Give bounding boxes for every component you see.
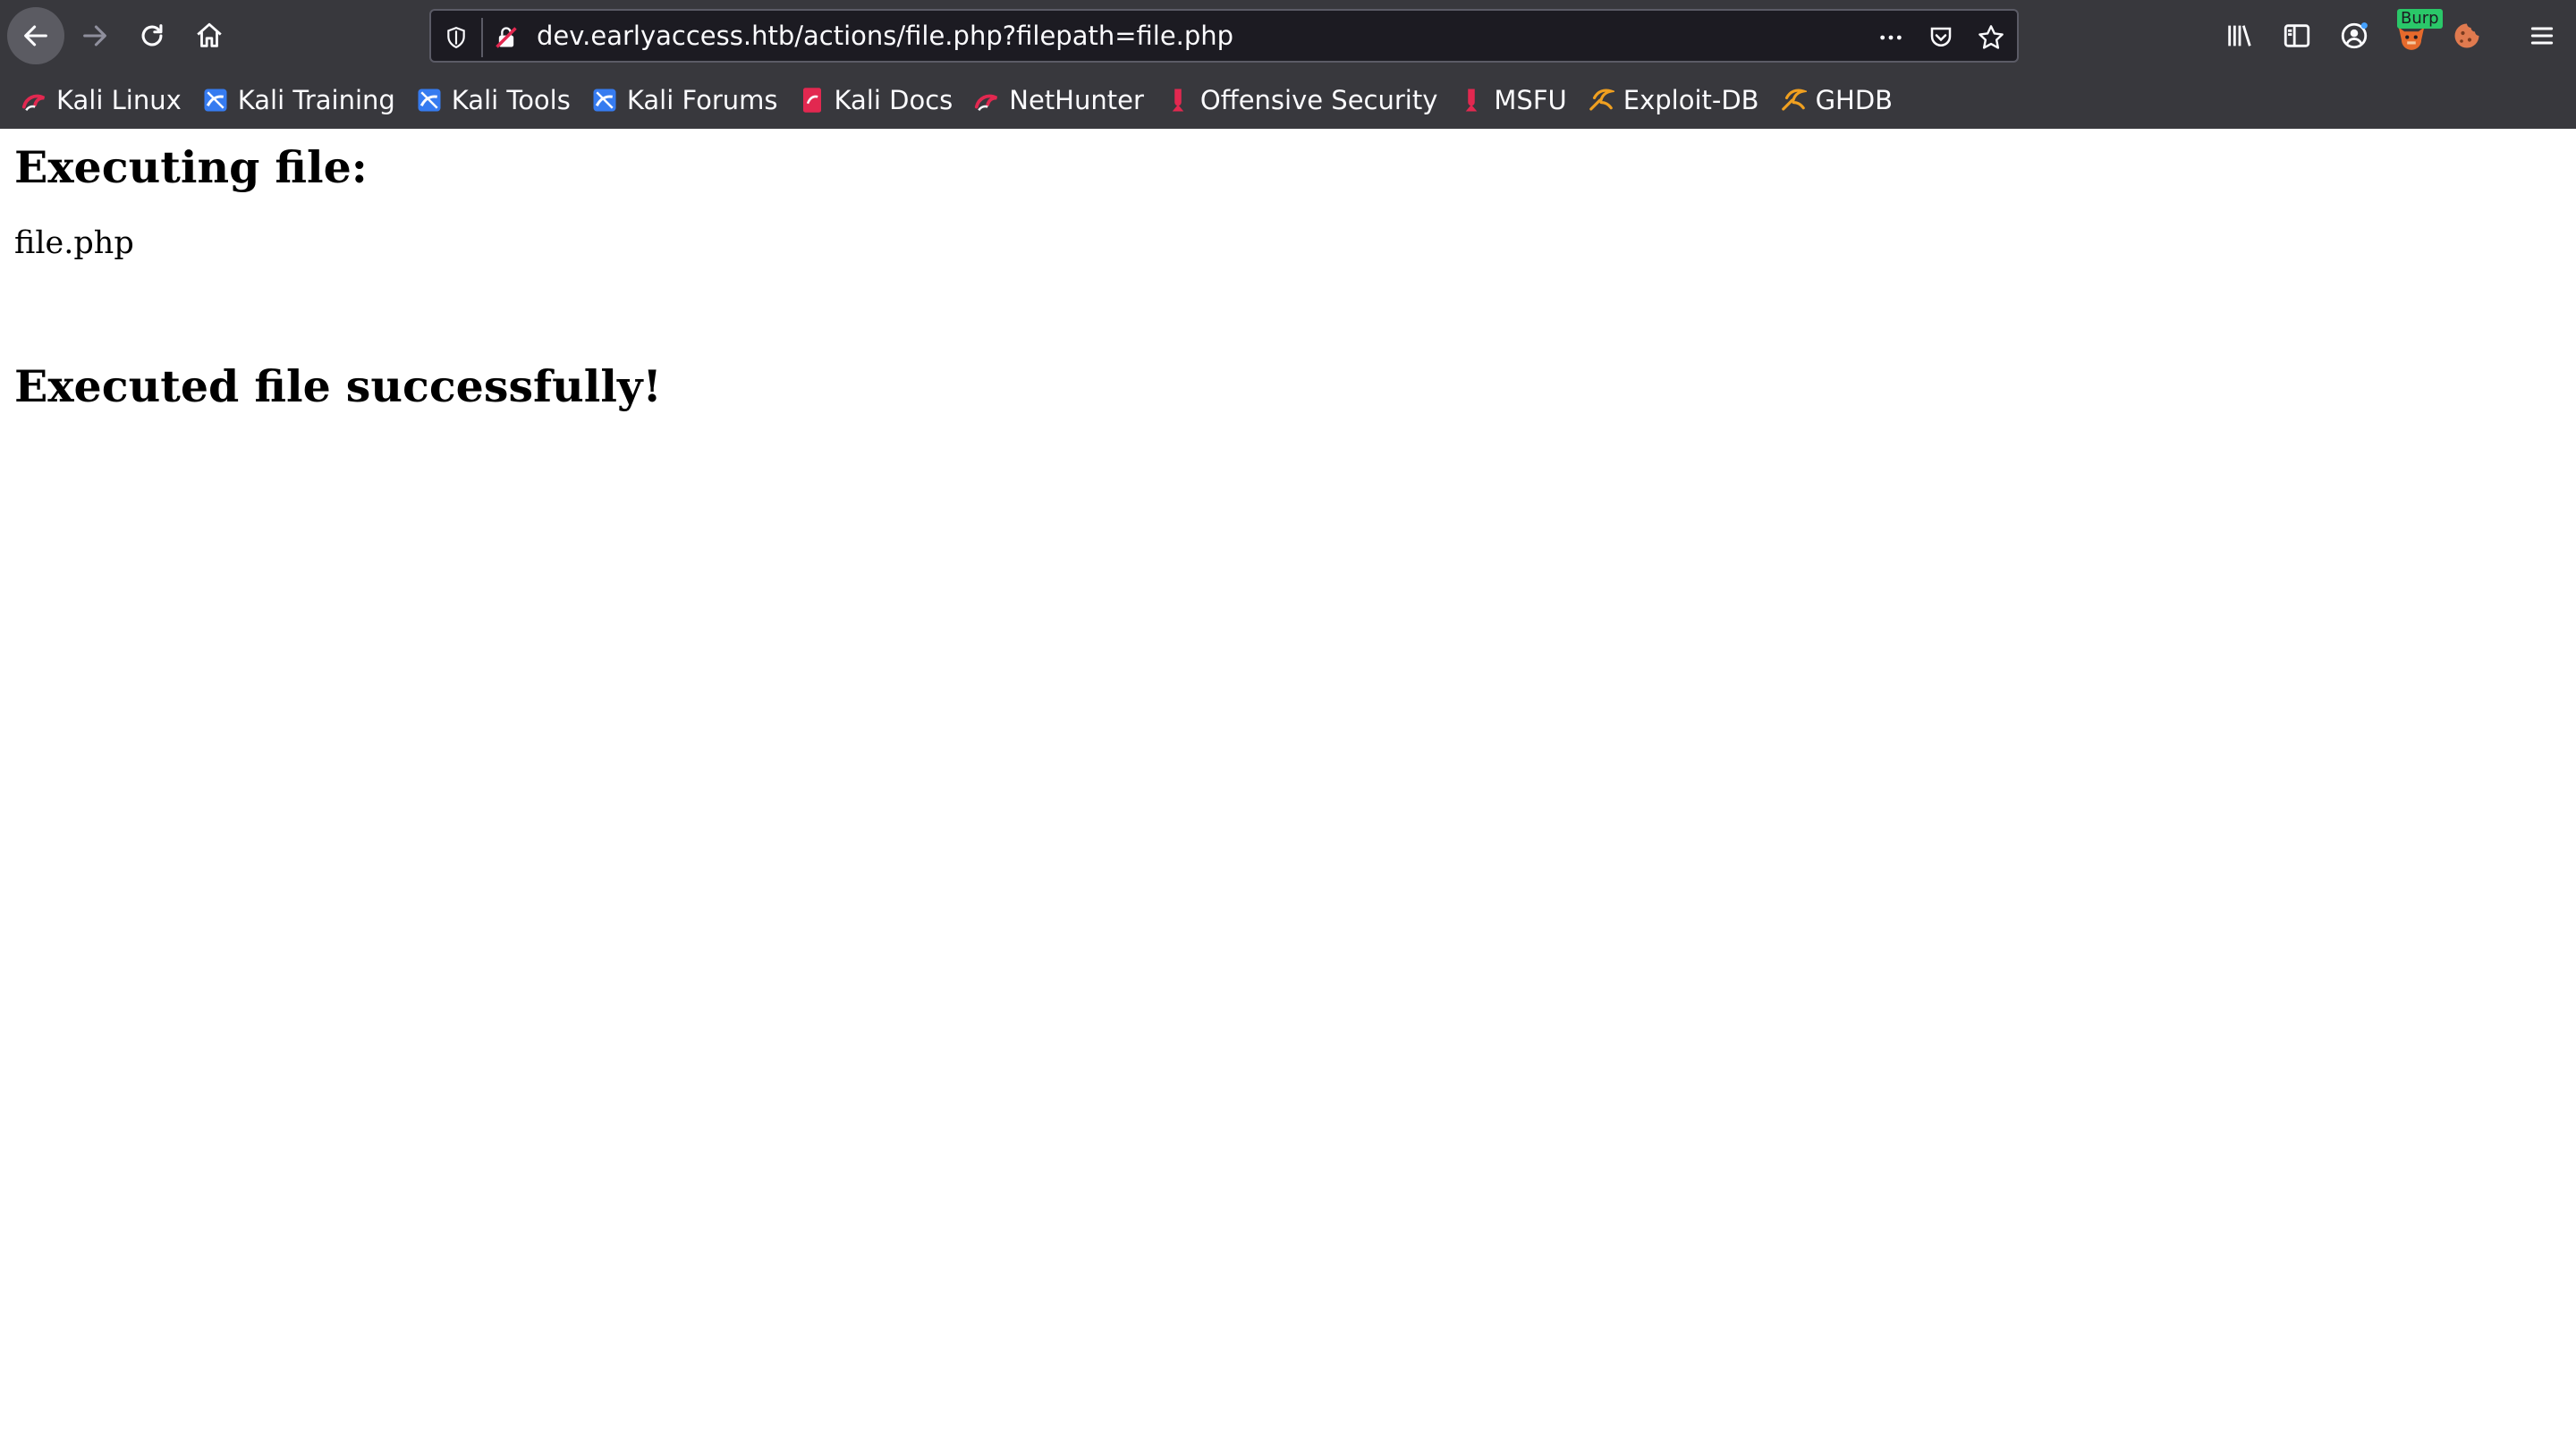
kali-docs-icon <box>798 86 826 114</box>
offsec-icon <box>1164 86 1192 114</box>
bookmark-label: Offensive Security <box>1199 85 1438 115</box>
bookmark-kali-docs[interactable]: Kali Docs <box>798 79 953 122</box>
hamburger-menu-icon[interactable] <box>2521 14 2563 57</box>
pocket-icon[interactable] <box>1923 20 1959 55</box>
browser-chrome: dev.earlyaccess.htb/actions/file.php?fil… <box>0 0 2576 129</box>
home-icon <box>197 22 222 47</box>
ghdb-icon <box>1779 86 1808 114</box>
home-button[interactable] <box>181 7 238 64</box>
kali-forums-icon <box>590 86 619 114</box>
url-text[interactable]: dev.earlyaccess.htb/actions/file.php?fil… <box>537 11 1233 61</box>
back-button[interactable] <box>7 7 64 64</box>
nethunter-icon <box>972 86 1001 114</box>
bookmark-label: NetHunter <box>1009 85 1144 115</box>
success-heading: Executed file successfully! <box>14 360 662 412</box>
arrow-left-icon <box>24 25 47 46</box>
bookmark-label: MSFU <box>1494 85 1567 115</box>
bookmark-ghdb[interactable]: GHDB <box>1779 79 1894 122</box>
library-icon[interactable] <box>2218 14 2261 57</box>
bookmark-exploit-db[interactable]: Exploit-DB <box>1587 79 1759 122</box>
sidebar-toggle-icon[interactable] <box>2275 14 2318 57</box>
bookmark-msfu[interactable]: MSFU <box>1457 79 1567 122</box>
bookmark-kali-linux[interactable]: Kali Linux <box>20 79 182 122</box>
bookmark-kali-forums[interactable]: Kali Forums <box>590 79 778 122</box>
bookmark-label: GHDB <box>1815 85 1894 115</box>
kali-dragon-icon <box>20 86 48 114</box>
tracking-shield-icon[interactable] <box>438 20 474 55</box>
reload-button[interactable] <box>123 7 181 64</box>
bookmark-label: Kali Training <box>237 85 395 115</box>
page-actions-more-icon[interactable] <box>1873 20 1909 55</box>
arrow-right-icon <box>83 25 106 46</box>
executed-file-name: file.php <box>14 225 134 261</box>
page-content: Executing file: file.php Executed file s… <box>0 129 2576 1445</box>
bookmark-kali-training[interactable]: Kali Training <box>201 79 395 122</box>
bookmark-offensive-security[interactable]: Offensive Security <box>1164 79 1438 122</box>
bookmark-label: Kali Linux <box>56 85 182 115</box>
kali-training-icon <box>201 86 230 114</box>
account-icon[interactable] <box>2333 14 2376 57</box>
bookmark-label: Kali Tools <box>451 85 571 115</box>
reload-icon <box>141 24 163 46</box>
bookmark-label: Kali Forums <box>626 85 778 115</box>
bookmarks-toolbar: Kali Linux Kali Training Kali Tools Kali… <box>0 79 2576 122</box>
bookmark-kali-tools[interactable]: Kali Tools <box>415 79 571 122</box>
url-bar[interactable]: dev.earlyaccess.htb/actions/file.php?fil… <box>429 9 2019 63</box>
exploitdb-icon <box>1587 86 1615 114</box>
msfu-icon <box>1457 86 1486 114</box>
bookmark-star-icon[interactable] <box>1973 20 2009 55</box>
bookmark-label: Kali Docs <box>834 85 953 115</box>
bookmark-nethunter[interactable]: NetHunter <box>972 79 1144 122</box>
bookmark-label: Exploit-DB <box>1623 85 1759 115</box>
forward-button[interactable] <box>66 7 123 64</box>
navigation-toolbar: dev.earlyaccess.htb/actions/file.php?fil… <box>0 0 2576 72</box>
insecure-connection-icon[interactable] <box>488 20 524 55</box>
burp-badge: Burp <box>2397 9 2443 29</box>
kali-tools-icon <box>415 86 444 114</box>
cookie-editor-icon[interactable] <box>2445 14 2488 57</box>
url-divider <box>481 18 483 57</box>
executing-file-heading: Executing file: <box>14 141 368 193</box>
